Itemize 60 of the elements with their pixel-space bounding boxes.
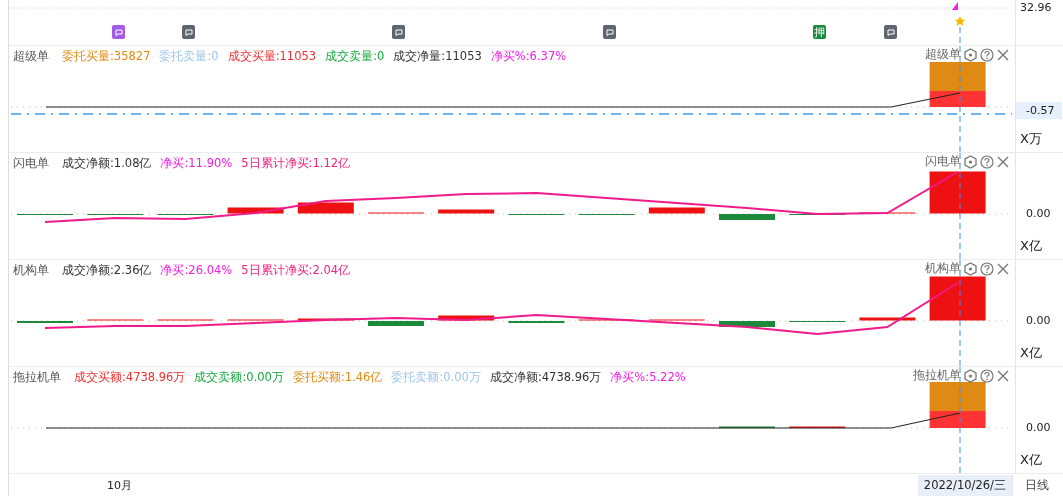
indicator-value: 委托卖额:0.00万 xyxy=(391,369,481,385)
stacked-bar-drawing xyxy=(929,382,986,428)
indicator-value: 成交买额:4738.96万 xyxy=(74,369,186,385)
indicator-value: 委托买额:1.46亿 xyxy=(292,369,383,385)
close-icon[interactable] xyxy=(997,262,1009,275)
indicator-name: 拖拉机单 xyxy=(13,369,61,385)
indicator-name: 超级单 xyxy=(13,48,49,64)
axis-label: -0.57 xyxy=(1016,102,1063,119)
indicator-value: 5日累计净买:2.04亿 xyxy=(241,262,350,278)
indicator-value: 成交卖额:0.00万 xyxy=(194,369,284,385)
settings-icon[interactable] xyxy=(964,261,977,276)
axis-label: 0.00 xyxy=(1025,206,1052,222)
close-icon[interactable] xyxy=(997,369,1009,382)
help-icon[interactable] xyxy=(980,47,994,62)
settings-icon[interactable] xyxy=(964,154,977,169)
close-icon[interactable] xyxy=(997,155,1009,168)
unit-label: X亿 xyxy=(1019,237,1042,255)
axis-label: 0.00 xyxy=(1025,313,1052,329)
unit-label: X亿 xyxy=(1019,344,1042,362)
stacked-bar-drawing xyxy=(929,62,986,107)
indicator-title: 超级单 xyxy=(925,47,961,62)
axis-label: 0.00 xyxy=(1025,420,1052,436)
help-icon[interactable] xyxy=(980,368,994,383)
chat-icon[interactable] xyxy=(884,25,897,39)
indicator-title: 拖拉机单 xyxy=(913,368,961,383)
indicator-value: 净买:11.90% xyxy=(160,155,233,171)
help-icon[interactable] xyxy=(980,154,994,169)
indicator-value: 成交净额:4738.96万 xyxy=(489,369,602,385)
indicator-name: 机构单 xyxy=(13,262,49,278)
chat-icon[interactable] xyxy=(392,25,405,39)
indicator-value: 净买%:5.22% xyxy=(610,369,686,385)
indicator-value: 5日累计净买:1.12亿 xyxy=(241,155,350,171)
indicator-value: 成交净额:2.36亿 xyxy=(62,262,152,278)
flag-icon xyxy=(952,2,958,10)
indicator-value: 委托卖量:0 xyxy=(159,48,219,64)
indicator-title: 机构单 xyxy=(925,261,961,276)
indicator-value: 成交净额:1.08亿 xyxy=(62,155,152,171)
unit-label: X亿 xyxy=(1019,451,1042,469)
chat-icon[interactable] xyxy=(603,25,616,39)
close-icon[interactable] xyxy=(997,48,1009,61)
unit-label: X万 xyxy=(1019,130,1042,148)
date-label: 2022/10/26/三 xyxy=(917,474,1012,496)
indicator-value: 成交买量:11053 xyxy=(227,48,317,64)
star-icon xyxy=(954,16,966,26)
indicator-value: 成交卖量:0 xyxy=(325,48,385,64)
month-label: 10月 xyxy=(107,477,132,493)
settings-icon[interactable] xyxy=(964,47,977,62)
price-label: 32.96 xyxy=(1019,0,1053,15)
indicator-value: 委托买量:35827 xyxy=(62,48,151,64)
help-icon[interactable] xyxy=(980,261,994,276)
indicator-value: 净买:26.04% xyxy=(160,262,233,278)
indicator-value: 成交净量:11053 xyxy=(393,48,482,64)
chat-icon[interactable] xyxy=(182,25,195,39)
indicator-title: 闪电单 xyxy=(925,154,961,169)
marker-badge[interactable]: 押 xyxy=(813,25,826,39)
period-label[interactable]: 日线 xyxy=(1012,474,1063,496)
indicator-value: 净买%:6.37% xyxy=(490,48,567,64)
settings-icon[interactable] xyxy=(964,368,977,383)
chat-icon[interactable] xyxy=(112,25,125,39)
indicator-name: 闪电单 xyxy=(13,155,49,171)
